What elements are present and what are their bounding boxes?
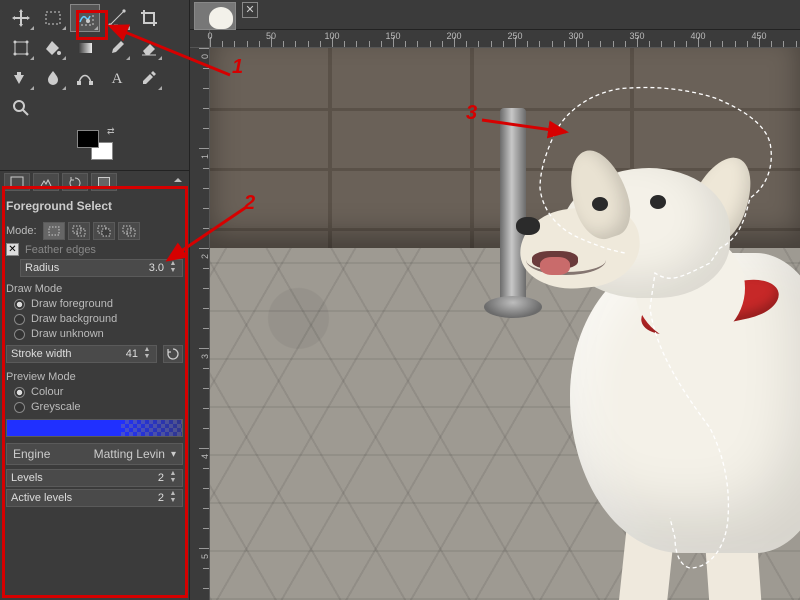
mode-add[interactable] <box>68 222 90 240</box>
mode-replace[interactable] <box>43 222 65 240</box>
tool-options-tab[interactable] <box>4 173 30 191</box>
bucket-fill-tool[interactable] <box>38 34 68 62</box>
clone-tool[interactable] <box>6 64 36 92</box>
feather-edges-label: Feather edges <box>25 244 96 256</box>
draw-unknown-label: Draw unknown <box>31 328 104 340</box>
radius-spinbox[interactable]: Radius 3.0 ▲▼ <box>20 259 183 277</box>
paintbrush-tool[interactable] <box>102 34 132 62</box>
horizontal-ruler: 050100150200250300350400450 <box>210 30 800 48</box>
fg-bg-colors[interactable]: ⇄ <box>6 124 183 164</box>
zoom-tool[interactable] <box>6 94 36 122</box>
image-canvas[interactable] <box>210 48 800 600</box>
preview-mode-header: Preview Mode <box>6 371 183 383</box>
image-thumbnail[interactable] <box>194 2 236 30</box>
images-tab[interactable] <box>91 173 117 191</box>
tool-options-panel: Foreground Select Mode: ✕ Feather edges … <box>0 193 189 600</box>
levels-label: Levels <box>11 472 43 484</box>
photo-dog <box>500 143 800 583</box>
paths-tool[interactable] <box>70 64 100 92</box>
preview-colour-radio[interactable] <box>14 387 25 398</box>
draw-foreground-label: Draw foreground <box>31 298 113 310</box>
move-tool[interactable] <box>6 4 36 32</box>
spin-arrows-icon[interactable]: ▲▼ <box>142 347 152 361</box>
preview-greyscale-radio[interactable] <box>14 402 25 413</box>
levels-value: 2 <box>158 472 164 484</box>
device-status-tab[interactable] <box>33 173 59 191</box>
active-levels-spinbox[interactable]: Active levels 2 ▲▼ <box>6 489 183 507</box>
canvas-area: ✕ 050100150200250300350400450 012345 <box>190 0 800 600</box>
close-image-button[interactable]: ✕ <box>242 2 258 18</box>
toolbox: A ⇄ <box>0 0 189 170</box>
levels-spinbox[interactable]: Levels 2 ▲▼ <box>6 469 183 487</box>
left-panel: A ⇄ <box>0 0 190 600</box>
eraser-tool[interactable] <box>134 34 164 62</box>
stroke-reset-button[interactable] <box>163 345 183 363</box>
radius-value: 3.0 <box>149 262 164 274</box>
rectangle-select-tool[interactable] <box>38 4 68 32</box>
crop-tool[interactable] <box>134 4 164 32</box>
swap-colors-icon[interactable]: ⇄ <box>107 126 115 137</box>
engine-value: Matting Levin <box>94 447 165 461</box>
engine-label: Engine <box>13 447 50 461</box>
fg-color-swatch[interactable] <box>77 130 99 148</box>
feather-edges-checkbox[interactable]: ✕ <box>6 243 19 256</box>
image-tabs: ✕ <box>190 0 800 30</box>
spin-arrows-icon[interactable]: ▲▼ <box>168 261 178 275</box>
tool-options-title: Foreground Select <box>6 197 183 219</box>
preview-colour-label: Colour <box>31 386 63 398</box>
mode-intersect[interactable] <box>118 222 140 240</box>
mode-label: Mode: <box>6 225 37 237</box>
chevron-down-icon: ▾ <box>171 449 176 460</box>
preview-color-swatch[interactable] <box>6 419 183 437</box>
radius-label: Radius <box>25 262 59 274</box>
engine-dropdown[interactable]: Engine Matting Levin ▾ <box>6 443 183 465</box>
vertical-ruler: 012345 <box>190 48 210 600</box>
spin-arrows-icon[interactable]: ▲▼ <box>168 471 178 485</box>
stroke-width-label: Stroke width <box>11 348 72 360</box>
smudge-tool[interactable] <box>38 64 68 92</box>
dock-tabs <box>0 170 189 193</box>
preview-greyscale-label: Greyscale <box>31 401 81 413</box>
draw-background-label: Draw background <box>31 313 117 325</box>
active-levels-value: 2 <box>158 492 164 504</box>
stroke-width-value: 41 <box>126 348 138 360</box>
transform-tool[interactable] <box>6 34 36 62</box>
svg-text:A: A <box>112 71 123 87</box>
undo-history-tab[interactable] <box>62 173 88 191</box>
stroke-width-spinbox[interactable]: Stroke width 41 ▲▼ <box>6 345 157 363</box>
text-tool[interactable]: A <box>102 64 132 92</box>
draw-unknown-radio[interactable] <box>14 329 25 340</box>
spin-arrows-icon[interactable]: ▲▼ <box>168 491 178 505</box>
panel-menu-icon[interactable] <box>171 175 185 189</box>
draw-mode-header: Draw Mode <box>6 283 183 295</box>
draw-background-radio[interactable] <box>14 314 25 325</box>
mode-subtract[interactable] <box>93 222 115 240</box>
active-levels-label: Active levels <box>11 492 72 504</box>
draw-foreground-radio[interactable] <box>14 299 25 310</box>
color-picker-tool[interactable] <box>134 64 164 92</box>
measure-tool[interactable] <box>102 4 132 32</box>
gradient-tool[interactable] <box>70 34 100 62</box>
foreground-select-tool[interactable] <box>70 4 100 32</box>
